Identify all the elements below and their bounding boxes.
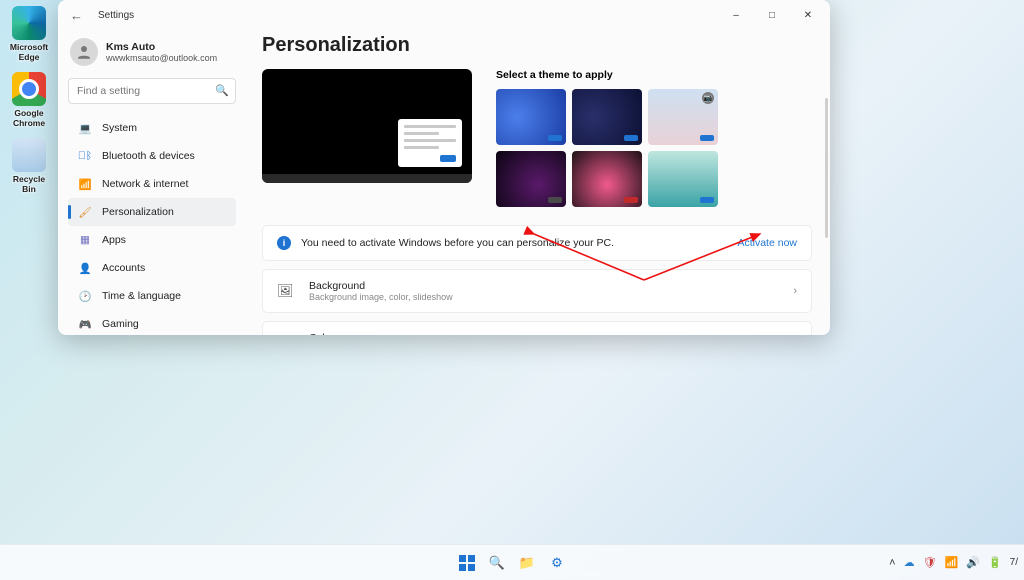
nav-accounts[interactable]: 👤 Accounts (68, 254, 236, 282)
sidebar: Kms Auto wwwkmsauto@outlook.com 🔍 💻 Syst… (58, 30, 244, 335)
back-button[interactable]: ← (70, 8, 90, 23)
theme-option-5[interactable] (572, 151, 642, 207)
apps-icon: ▦ (78, 233, 92, 247)
setting-title: Colors (309, 332, 496, 335)
settings-window: ← Settings – □ ✕ Kms Auto wwwkmsauto@out… (58, 0, 830, 335)
user-name: Kms Auto (106, 41, 217, 53)
main-pane: Personalization Select a theme to apply (244, 30, 830, 335)
user-email: wwwkmsauto@outlook.com (106, 53, 217, 63)
image-icon: 🖼 (277, 283, 297, 299)
desktop-preview (262, 69, 472, 183)
window-body: Kms Auto wwwkmsauto@outlook.com 🔍 💻 Syst… (58, 30, 830, 335)
search-container: 🔍 (68, 78, 236, 104)
preview-taskbar (262, 174, 472, 183)
theme-option-2[interactable] (572, 89, 642, 145)
desktop-icon-label: Recycle Bin (13, 174, 45, 194)
desktop-icon-label: Google Chrome (13, 108, 45, 128)
nav-label: Accounts (102, 262, 145, 274)
window-titlebar[interactable]: ← Settings – □ ✕ (58, 0, 830, 30)
themes-title: Select a theme to apply (496, 69, 812, 81)
system-tray[interactable]: ˄ ☁ 🛡 📶 🔊 🔋 7/ (889, 556, 1018, 569)
main-scrollbar[interactable] (825, 98, 828, 238)
search-input[interactable] (68, 78, 236, 104)
nav-bluetooth[interactable]: ᛒ Bluetooth & devices (68, 142, 236, 170)
nav-time[interactable]: 🕑 Time & language (68, 282, 236, 310)
nav-network[interactable]: 📶 Network & internet (68, 170, 236, 198)
preview-row: Select a theme to apply 📷 (262, 69, 812, 207)
nav-label: Time & language (102, 290, 181, 302)
desktop: Microsoft Edge Google Chrome Recycle Bin… (0, 0, 1024, 580)
desktop-icon-label: Microsoft Edge (10, 42, 48, 62)
tray-security-icon[interactable]: 🛡 (923, 556, 937, 569)
tray-battery-icon[interactable]: 🔋 (988, 556, 1002, 569)
chrome-icon (12, 72, 46, 106)
folder-icon: 📁 (519, 555, 535, 571)
tray-volume-icon[interactable]: 🔊 (966, 556, 980, 569)
desktop-icon-chrome[interactable]: Google Chrome (6, 72, 52, 128)
tray-wifi-icon[interactable]: 📶 (945, 556, 959, 569)
theme-option-1[interactable] (496, 89, 566, 145)
start-button[interactable] (457, 553, 477, 573)
search-icon: 🔍 (215, 84, 229, 97)
theme-option-3[interactable]: 📷 (648, 89, 718, 145)
nav-apps[interactable]: ▦ Apps (68, 226, 236, 254)
maximize-button[interactable]: □ (754, 2, 790, 28)
tray-chevron-icon[interactable]: ˄ (889, 557, 895, 569)
nav-label: Gaming (102, 318, 139, 330)
taskbar-search[interactable]: 🔍 (487, 553, 507, 573)
chevron-right-icon: › (793, 285, 797, 297)
setting-title: Background (309, 280, 453, 292)
theme-option-4[interactable] (496, 151, 566, 207)
info-icon: i (277, 236, 291, 250)
person-icon: 👤 (78, 261, 92, 275)
tray-clock[interactable]: 7/ (1010, 557, 1018, 568)
theme-option-6[interactable] (648, 151, 718, 207)
nav-list: 💻 System ᛒ Bluetooth & devices 📶 Networ… (68, 114, 236, 335)
activation-message: You need to activate Windows before you … (301, 237, 737, 249)
bluetooth-icon: ᛒ (78, 149, 92, 163)
setting-subtitle: Background image, color, slideshow (309, 292, 453, 302)
close-button[interactable]: ✕ (790, 2, 826, 28)
desktop-icon-edge[interactable]: Microsoft Edge (6, 6, 52, 62)
account-header[interactable]: Kms Auto wwwkmsauto@outlook.com (68, 34, 236, 72)
avatar (70, 38, 98, 66)
tray-onedrive-icon[interactable]: ☁ (904, 556, 915, 569)
nav-system[interactable]: 💻 System (68, 114, 236, 142)
taskbar-explorer[interactable]: 📁 (517, 553, 537, 573)
nav-label: Bluetooth & devices (102, 150, 195, 162)
nav-label: Network & internet (102, 178, 188, 190)
setting-row-colors[interactable]: 🎨 Colors Accent color, transparency effe… (262, 321, 812, 335)
activate-now-link[interactable]: Activate now (737, 237, 797, 249)
wifi-icon: 📶 (78, 177, 92, 191)
page-title: Personalization (262, 34, 812, 57)
nav-personalization[interactable]: 🖌 Personalization (68, 198, 236, 226)
search-icon: 🔍 (489, 555, 505, 571)
camera-icon: 📷 (702, 92, 714, 104)
nav-gaming[interactable]: 🎮 Gaming (68, 310, 236, 335)
desktop-icon-recycle-bin[interactable]: Recycle Bin (6, 138, 52, 194)
recycle-bin-icon (12, 138, 46, 172)
monitor-icon: 💻 (78, 121, 92, 135)
setting-row-background[interactable]: 🖼 Background Background image, color, sl… (262, 269, 812, 313)
preview-window (398, 119, 462, 167)
taskbar-center: 🔍 📁 ⚙ (457, 553, 567, 573)
nav-label: Apps (102, 234, 126, 246)
taskbar[interactable]: 🔍 📁 ⚙ ˄ ☁ 🛡 📶 🔊 🔋 7/ (0, 544, 1024, 580)
minimize-button[interactable]: – (718, 2, 754, 28)
themes-grid: 📷 (496, 89, 812, 207)
nav-label: System (102, 122, 137, 134)
gamepad-icon: 🎮 (78, 317, 92, 331)
taskbar-settings[interactable]: ⚙ (547, 553, 567, 573)
activation-banner: i You need to activate Windows before yo… (262, 225, 812, 261)
windows-icon (459, 555, 475, 571)
themes-section: Select a theme to apply 📷 (496, 69, 812, 207)
edge-icon (12, 6, 46, 40)
brush-icon: 🖌 (78, 205, 92, 219)
clock-icon: 🕑 (78, 289, 92, 303)
nav-label: Personalization (102, 206, 174, 218)
user-icon (75, 43, 93, 61)
window-title: Settings (98, 10, 718, 21)
gear-icon: ⚙ (551, 555, 563, 571)
